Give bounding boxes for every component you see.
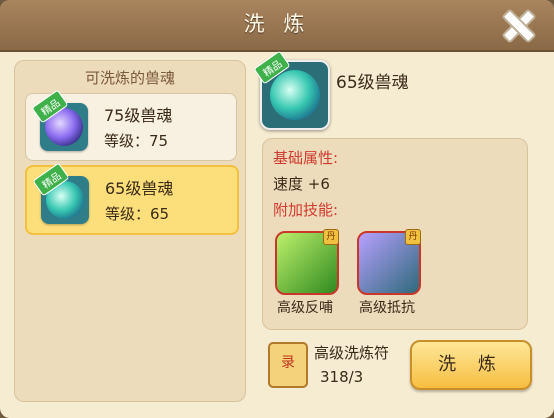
soul-name: 75级兽魂: [104, 106, 173, 125]
selected-soul-icon: 精品: [253, 50, 330, 130]
refine-button[interactable]: 洗 炼: [410, 340, 532, 390]
skill-tag: 丹: [323, 229, 339, 245]
refine-window: 洗 炼 可洗炼的兽魂 精品 75级兽魂 等级：75 精品 65级兽魂 等级：65…: [0, 0, 554, 418]
beast-soul-icon: 精品: [31, 89, 88, 151]
title-bar: 洗 炼: [0, 0, 554, 52]
talisman-name: 高级洗炼符: [314, 344, 390, 362]
talisman-count: 318/3: [320, 368, 364, 386]
speed-attr: 速度 +6: [273, 175, 330, 193]
skill-heading: 附加技能:: [273, 201, 339, 219]
beast-soul-icon: 精品: [32, 162, 89, 224]
refinable-souls-panel: 可洗炼的兽魂 精品 75级兽魂 等级：75 精品 65级兽魂 等级：65: [14, 60, 246, 402]
skill-resist-icon[interactable]: 丹: [357, 229, 421, 295]
panel-heading: 可洗炼的兽魂: [84, 69, 175, 87]
base-attr-heading: 基础属性:: [273, 149, 339, 167]
detail-panel: 精品 65级兽魂 基础属性: 速度 +6 附加技能: 丹 高级反哺 丹 高级抵抗…: [253, 50, 540, 400]
close-icon[interactable]: [498, 6, 534, 42]
skill-nourish-icon[interactable]: 丹: [275, 229, 339, 295]
skill-tag: 丹: [405, 229, 421, 245]
soul-level: 等级：65: [105, 205, 170, 223]
soul-level: 等级：75: [104, 132, 169, 150]
skill-label: 高级反哺: [277, 300, 333, 316]
talisman-icon: 录: [268, 342, 308, 388]
soul-item-75[interactable]: 精品 75级兽魂 等级：75: [25, 89, 237, 161]
skill-label: 高级抵抗: [359, 300, 415, 316]
attribute-box: 基础属性: 速度 +6 附加技能: 丹 高级反哺 丹 高级抵抗: [262, 138, 528, 330]
soul-item-65-selected[interactable]: 精品 65级兽魂 等级：65: [25, 162, 239, 235]
soul-name: 65级兽魂: [105, 179, 174, 198]
selected-soul-name: 65级兽魂: [336, 73, 409, 93]
window-title: 洗 炼: [243, 12, 311, 36]
